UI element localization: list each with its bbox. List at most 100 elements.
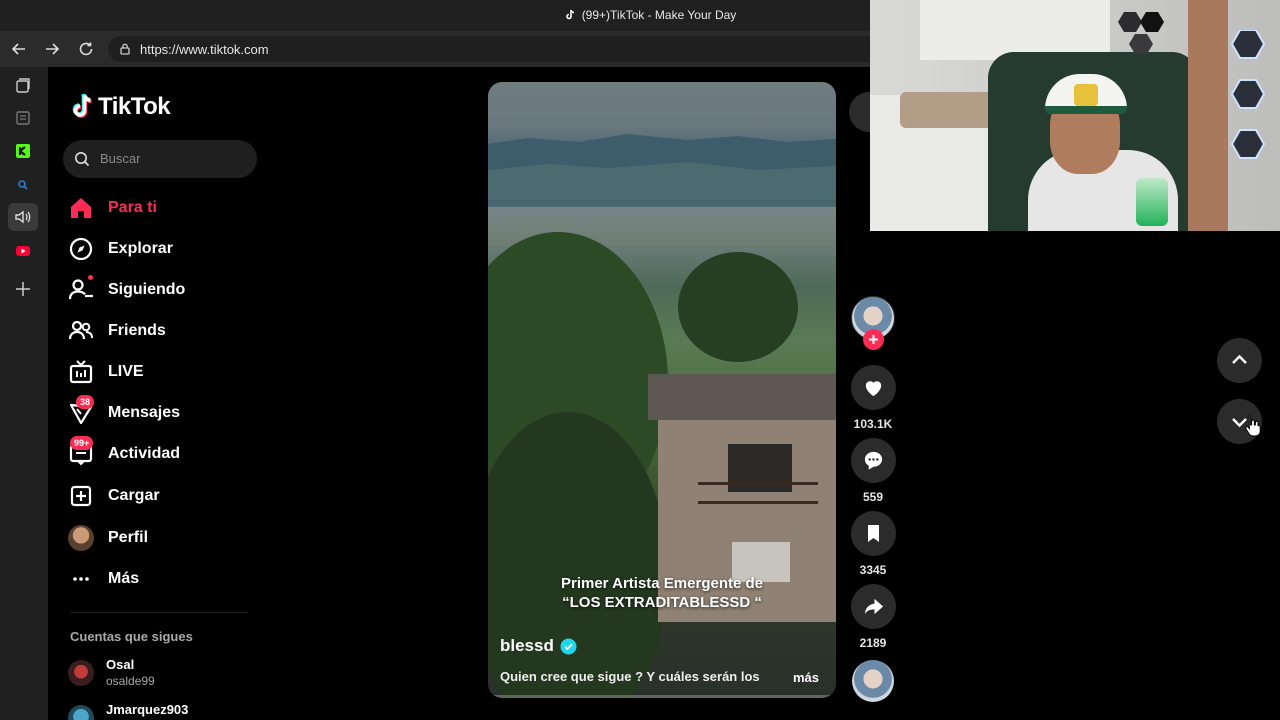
- webcam-wall: [920, 0, 1110, 60]
- url-text[interactable]: https://www.tiktok.com: [140, 42, 269, 57]
- upload-icon: [70, 485, 92, 507]
- following-heading: Cuentas que sigues: [70, 629, 193, 644]
- video-caption-overlay: Primer Artista Emergente de “LOS EXTRADI…: [488, 574, 836, 612]
- nav-item-mas[interactable]: Más: [68, 563, 258, 595]
- speaker-icon: [15, 210, 31, 224]
- collections-icon[interactable]: [13, 108, 33, 128]
- address-bar[interactable]: https://www.tiktok.com: [108, 36, 870, 62]
- search-input[interactable]: Buscar: [63, 140, 257, 178]
- nav-item-mensajes[interactable]: 38 Mensajes: [68, 395, 258, 429]
- share-icon: [864, 598, 884, 615]
- more-icon: [73, 577, 89, 581]
- comment-button[interactable]: [851, 438, 896, 483]
- nav-label: LIVE: [108, 363, 144, 380]
- previous-video-button[interactable]: [1217, 338, 1262, 383]
- back-arrow-icon[interactable]: [10, 40, 28, 58]
- nav-label: Para ti: [108, 199, 157, 216]
- caption-line: “LOS EXTRADITABLESSD “: [562, 594, 762, 611]
- like-button[interactable]: [851, 365, 896, 410]
- video-description: Quien cree que sigue ? Y cuáles serán lo…: [500, 669, 760, 684]
- tiktok-logo[interactable]: TikTok: [70, 91, 171, 123]
- video-scene-mountains: [488, 134, 836, 200]
- home-icon: [71, 198, 91, 218]
- account-avatar: [68, 660, 94, 686]
- webcam-pillow: [900, 92, 992, 128]
- webcam-hex-lights-right: [1230, 30, 1266, 159]
- nav-item-perfil[interactable]: Perfil: [68, 522, 258, 554]
- nav-label: Siguiendo: [108, 281, 186, 298]
- video-player[interactable]: Primer Artista Emergente de “LOS EXTRADI…: [488, 82, 836, 698]
- live-icon: [69, 360, 93, 384]
- account-avatar: [68, 705, 94, 720]
- messages-badge: 38: [76, 395, 95, 409]
- nav-label: Mensajes: [108, 404, 181, 421]
- refresh-icon[interactable]: [77, 40, 95, 58]
- webcam-hex-lights: [1118, 12, 1164, 54]
- browser-titlebar: (99+)TikTok - Make Your Day: [0, 0, 870, 31]
- video-progress-bar[interactable]: [488, 695, 836, 698]
- heart-icon: [865, 381, 882, 397]
- nav-item-explorar[interactable]: Explorar: [68, 233, 258, 265]
- nav-label: Explorar: [108, 240, 173, 257]
- account-name: Osal: [106, 657, 135, 672]
- save-count: 3345: [859, 563, 887, 577]
- profile-avatar: [68, 525, 94, 551]
- caption-line: Primer Artista Emergente de: [560, 575, 764, 592]
- lock-icon[interactable]: [118, 42, 132, 56]
- plus-icon: [869, 335, 878, 344]
- tiktok-favicon-icon: [565, 9, 574, 20]
- share-count: 2189: [859, 636, 887, 650]
- sidebar-divider: [70, 612, 248, 613]
- nav-label: Más: [108, 570, 140, 587]
- webcam-mug: [1136, 178, 1168, 226]
- following-icon: [68, 279, 93, 300]
- account-name: Jmarquez903: [106, 702, 189, 717]
- nav-item-siguiendo[interactable]: Siguiendo: [68, 274, 258, 306]
- webcam-door: [1188, 0, 1228, 231]
- like-count: 103.1K: [853, 417, 893, 431]
- following-account[interactable]: Osal osalde99: [68, 657, 155, 689]
- nav-label: Perfil: [108, 529, 149, 546]
- chevron-up-icon: [1232, 354, 1247, 364]
- hand-cursor-icon: [1245, 415, 1261, 437]
- tab-actions-icon[interactable]: [13, 76, 33, 96]
- nav-item-cargar[interactable]: Cargar: [68, 480, 258, 512]
- browser-sidebar: [0, 67, 48, 720]
- video-scene-tree: [678, 252, 798, 362]
- webcam-cap-logo: [1074, 84, 1098, 106]
- search-icon: [75, 152, 90, 167]
- follow-button[interactable]: [863, 329, 884, 350]
- youtube-icon[interactable]: [13, 241, 33, 261]
- following-account[interactable]: Jmarquez903: [68, 702, 188, 720]
- nav-item-actividad[interactable]: 99+ Actividad: [68, 436, 258, 470]
- kick-icon[interactable]: [13, 141, 33, 161]
- add-icon[interactable]: [13, 279, 33, 299]
- browser-toolbar: https://www.tiktok.com: [0, 31, 870, 67]
- tiktok-logo-icon: [72, 93, 92, 118]
- new-content-dot: [88, 275, 93, 280]
- friends-icon: [68, 320, 93, 340]
- tab-title-text: (99+)TikTok - Make Your Day: [581, 8, 737, 22]
- comment-count: 559: [862, 490, 884, 504]
- author-name[interactable]: blessd: [500, 636, 554, 656]
- comment-icon: [864, 451, 883, 470]
- search-app-icon[interactable]: [13, 175, 33, 195]
- nav-item-para-ti[interactable]: Para ti: [68, 192, 258, 224]
- compass-icon: [69, 237, 93, 261]
- nav-item-friends[interactable]: Friends: [68, 315, 258, 347]
- tiktok-sidebar: TikTok Buscar Para ti Explorar Siguiendo…: [48, 67, 268, 720]
- audio-tab-indicator[interactable]: [8, 203, 38, 231]
- activity-badge: 99+: [70, 436, 94, 450]
- search-placeholder: Buscar: [100, 151, 141, 166]
- nav-label: Actividad: [108, 445, 181, 462]
- video-author[interactable]: blessd: [500, 636, 577, 656]
- forward-arrow-icon[interactable]: [43, 40, 61, 58]
- save-button[interactable]: [851, 511, 896, 556]
- nav-label: Cargar: [108, 487, 160, 504]
- brand-name: TikTok: [98, 93, 171, 120]
- more-link[interactable]: más: [793, 670, 819, 685]
- nav-item-live[interactable]: LIVE: [68, 356, 258, 388]
- sound-disc-avatar[interactable]: [852, 660, 894, 702]
- webcam-overlay: [870, 0, 1280, 231]
- share-button[interactable]: [851, 584, 896, 629]
